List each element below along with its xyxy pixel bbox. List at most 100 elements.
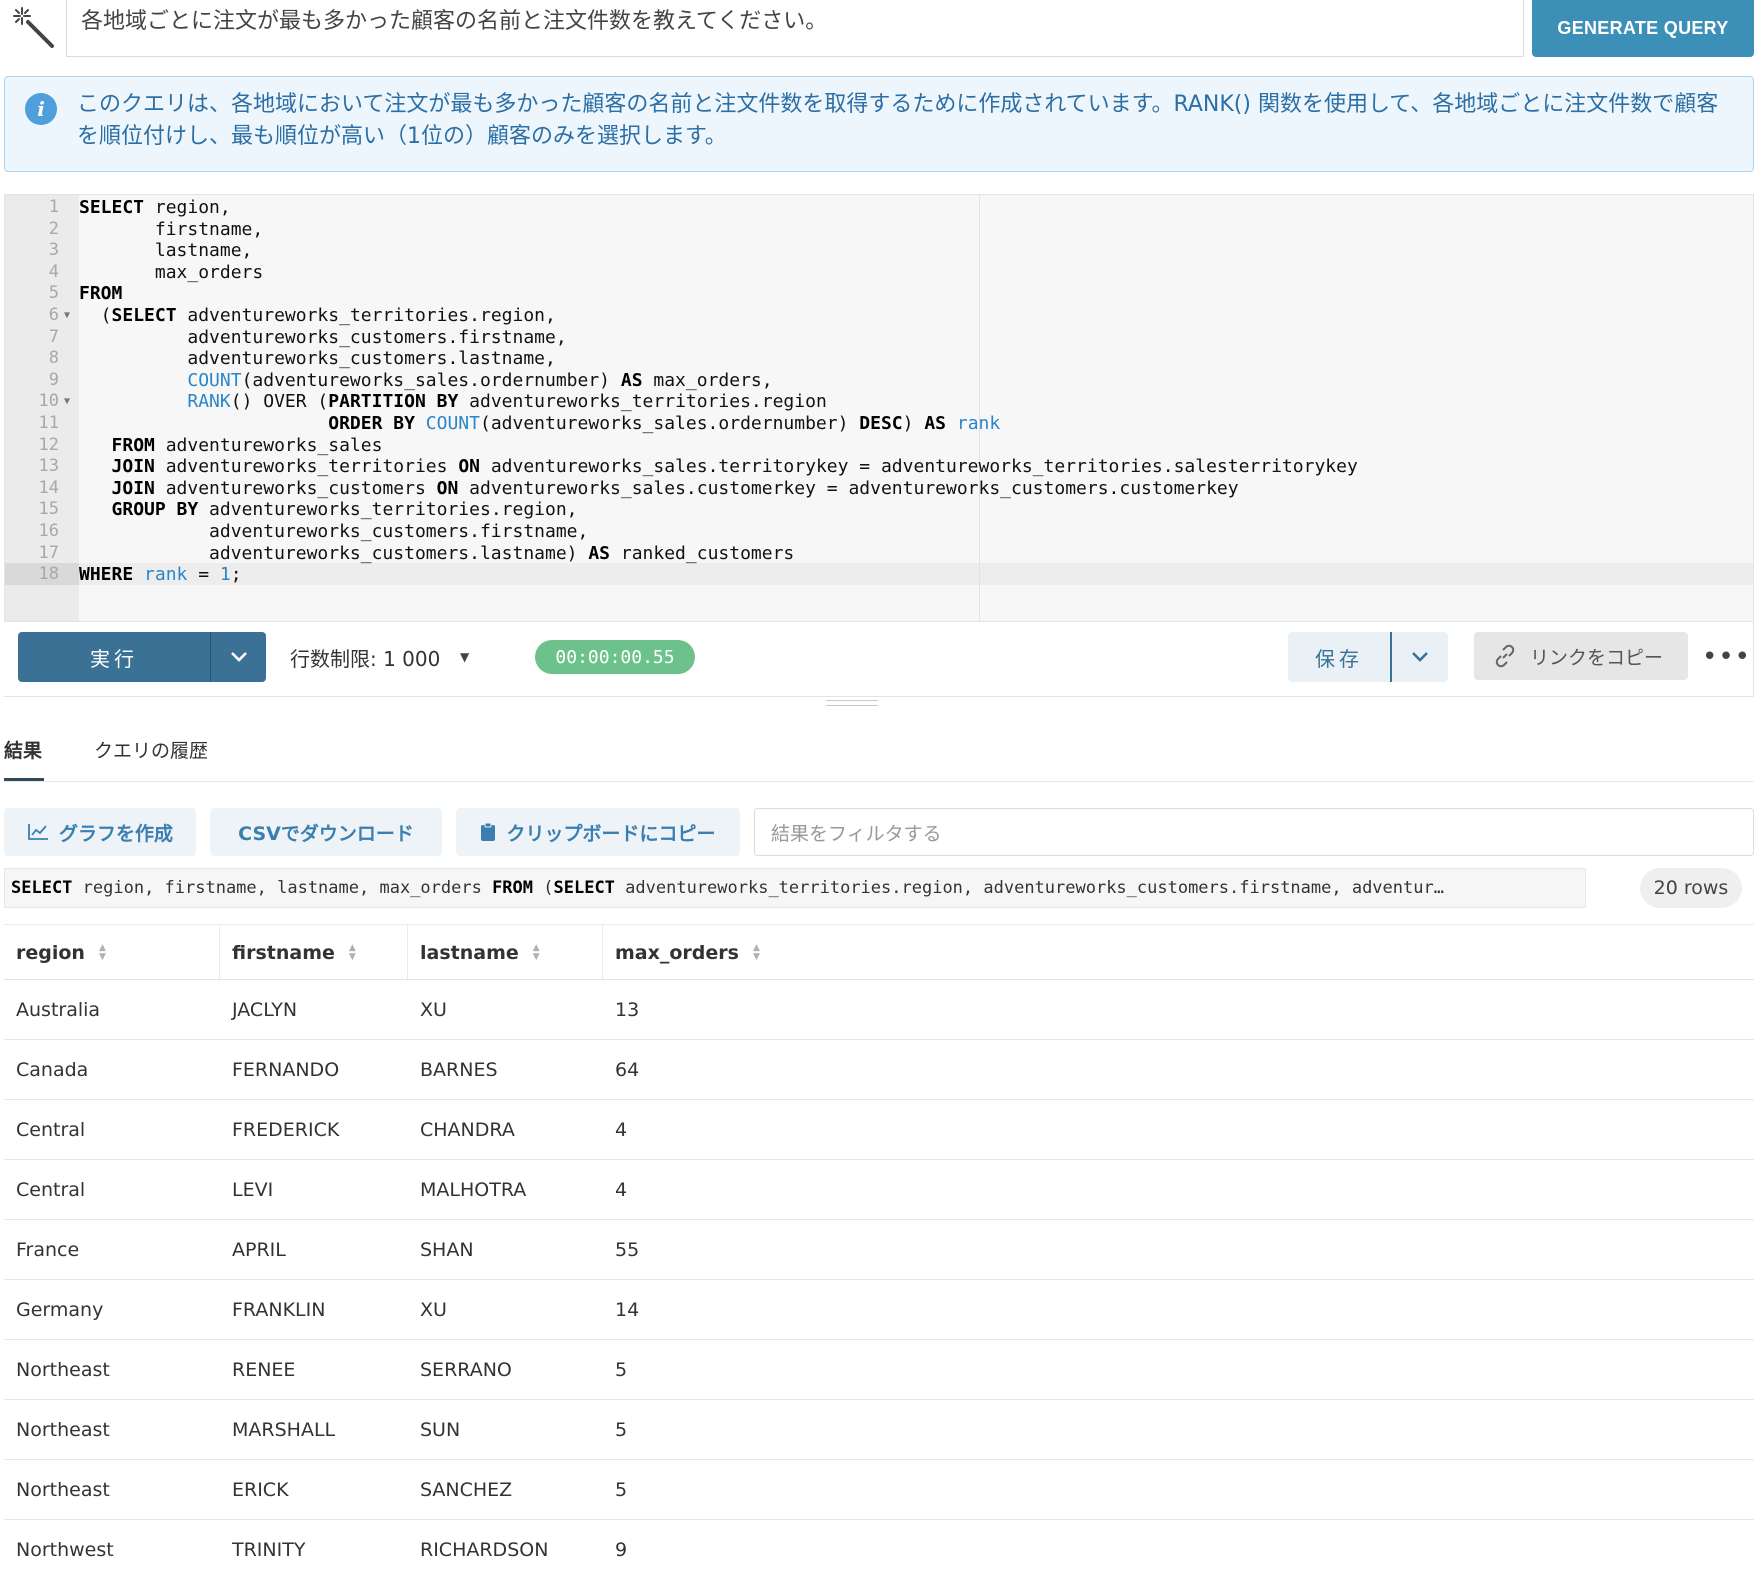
generate-query-button[interactable]: GENERATE QUERY [1532, 0, 1754, 57]
download-csv-button[interactable]: CSVでダウンロード [210, 808, 442, 856]
cell-max_orders: 5 [615, 1419, 628, 1441]
column-header-firstname[interactable]: firstname ▲ ▼ [220, 925, 356, 981]
code-line[interactable]: 18 WHERE rank = 1; [5, 564, 1753, 586]
line-number: 10 [38, 391, 59, 412]
code-line[interactable]: 16 adventureworks_customers.firstname, [5, 521, 1753, 543]
column-header-lastname[interactable]: lastname ▲ ▼ [408, 925, 540, 981]
code-text: GROUP BY adventureworks_territories.regi… [111, 499, 578, 521]
table-row: Canada FERNANDO BARNES 64 [4, 1040, 1754, 1100]
caret-down-icon[interactable]: ▼ [460, 650, 469, 664]
cell-region: France [16, 1239, 80, 1261]
cell-max_orders: 13 [615, 999, 640, 1021]
tab-query-history[interactable]: クエリの履歴 [94, 736, 208, 763]
line-number: 8 [48, 348, 59, 369]
copy-clipboard-label: クリップボードにコピー [506, 822, 716, 845]
code-line[interactable]: 14 JOIN adventureworks_customers ON adve… [5, 478, 1753, 500]
copy-link-button[interactable]: リンクをコピー [1474, 632, 1688, 680]
row-limit-select[interactable]: 行数制限: 1 000 [290, 643, 440, 672]
cell-firstname: JACLYN [232, 999, 298, 1021]
code-text: (SELECT adventureworks_territories.regio… [79, 304, 556, 326]
table-row: Northeast ERICK SANCHEZ 5 [4, 1460, 1754, 1520]
sql-editor[interactable]: 1 SELECT region, 2 firstname, 3 lastname, 4 … [4, 194, 1754, 622]
cell-region: Canada [16, 1059, 89, 1081]
column-separator[interactable] [219, 925, 220, 981]
tabs-divider [4, 781, 1754, 782]
cell-lastname: XU [420, 1299, 447, 1321]
code-text: JOIN adventureworks_customers ON adventu… [111, 477, 1239, 499]
cell-firstname: MARSHALL [232, 1419, 336, 1441]
filter-results-input[interactable]: 結果をフィルタする [754, 808, 1754, 856]
line-number: 4 [48, 261, 59, 282]
run-options-button[interactable] [211, 632, 266, 682]
create-chart-button[interactable]: グラフを作成 [4, 808, 196, 856]
fold-arrow-icon[interactable]: ▼ [61, 391, 79, 413]
sort-icon[interactable]: ▲ ▼ [533, 944, 540, 962]
toolbar-border [1753, 622, 1754, 696]
code-line[interactable]: 1 SELECT region, [5, 197, 1753, 219]
column-separator[interactable] [407, 925, 408, 981]
save-options-button[interactable] [1392, 632, 1448, 682]
magic-wand-icon [13, 7, 54, 48]
column-separator[interactable] [602, 925, 603, 981]
column-header-label: max_orders [615, 942, 739, 964]
code-text: adventureworks_customers.lastname, [79, 348, 556, 370]
line-number: 12 [38, 434, 59, 455]
column-header-label: firstname [232, 942, 335, 964]
column-header-region[interactable]: region ▲ ▼ [4, 925, 106, 981]
code-line[interactable]: 2 firstname, [5, 219, 1753, 241]
code-lines[interactable]: 1 SELECT region, 2 firstname, 3 lastname, 4 … [5, 197, 1753, 586]
code-line[interactable]: 6 ▼ (SELECT adventureworks_territories.re… [5, 305, 1753, 327]
copy-clipboard-button[interactable]: クリップボードにコピー [456, 808, 740, 856]
code-line[interactable]: 3 lastname, [5, 240, 1753, 262]
cell-max_orders: 64 [615, 1059, 640, 1081]
sort-icon[interactable]: ▲ ▼ [349, 944, 356, 962]
more-options-icon[interactable]: ••• [1702, 642, 1751, 672]
sort-icon[interactable]: ▲ ▼ [753, 944, 760, 962]
code-line[interactable]: 4 max_orders [5, 262, 1753, 284]
info-text: このクエリは、各地域において注文が最も多かった顧客の名前と注文件数を取得するため… [77, 92, 1719, 149]
code-text: JOIN adventureworks_territories ON adven… [111, 456, 1358, 478]
code-line[interactable]: 13 JOIN adventureworks_territories ON ad… [5, 456, 1753, 478]
clipboard-icon [481, 822, 496, 841]
table-row: Germany FRANKLIN XU 14 [4, 1280, 1754, 1340]
code-line[interactable]: 12 FROM adventureworks_sales [5, 435, 1753, 457]
code-line[interactable]: 7 adventureworks_customers.firstname, [5, 327, 1753, 349]
line-number: 9 [48, 369, 59, 390]
cell-region: Germany [16, 1299, 104, 1321]
code-line[interactable]: 5 FROM [5, 283, 1753, 305]
cell-firstname: ERICK [232, 1479, 289, 1501]
code-line[interactable]: 17 adventureworks_customers.lastname) AS… [5, 543, 1753, 565]
cell-lastname: SHAN [420, 1239, 474, 1261]
code-line[interactable]: 11 ORDER BY COUNT(adventureworks_sales.o… [5, 413, 1753, 435]
code-text: ORDER BY COUNT(adventureworks_sales.orde… [328, 412, 1001, 434]
column-header-max_orders[interactable]: max_orders ▲ ▼ [603, 925, 760, 981]
code-line[interactable]: 15 GROUP BY adventureworks_territories.r… [5, 499, 1753, 521]
resize-handle[interactable] [826, 700, 878, 710]
code-line[interactable]: 10 ▼ RANK() OVER (PARTITION BY adventurew… [5, 391, 1753, 413]
code-line[interactable]: 9 COUNT(adventureworks_sales.ordernumber… [5, 370, 1753, 392]
cell-lastname: SERRANO [420, 1359, 512, 1381]
cell-region: Northeast [16, 1419, 110, 1441]
line-number: 14 [38, 477, 59, 498]
cell-firstname: FERNANDO [232, 1059, 340, 1081]
prompt-input[interactable]: 各地域ごとに注文が最も多かった顧客の名前と注文件数を教えてください。 [66, 0, 1524, 57]
code-line[interactable]: 8 adventureworks_customers.lastname, [5, 348, 1753, 370]
cell-lastname: BARNES [420, 1059, 498, 1081]
line-number: 15 [38, 499, 59, 520]
sort-icon[interactable]: ▲ ▼ [99, 944, 106, 962]
line-number: 17 [38, 542, 59, 563]
tab-results[interactable]: 結果 [4, 736, 42, 763]
table-row: Australia JACLYN XU 13 [4, 980, 1754, 1040]
fold-arrow-icon[interactable]: ▼ [61, 305, 79, 327]
save-button[interactable]: 保存 [1288, 632, 1390, 682]
cell-lastname: SANCHEZ [420, 1479, 513, 1501]
table-header: region ▲ ▼ firstname ▲ ▼ lastname ▲ ▼ max_orders ▲… [4, 924, 1754, 981]
run-button[interactable]: 実行 [18, 632, 210, 682]
